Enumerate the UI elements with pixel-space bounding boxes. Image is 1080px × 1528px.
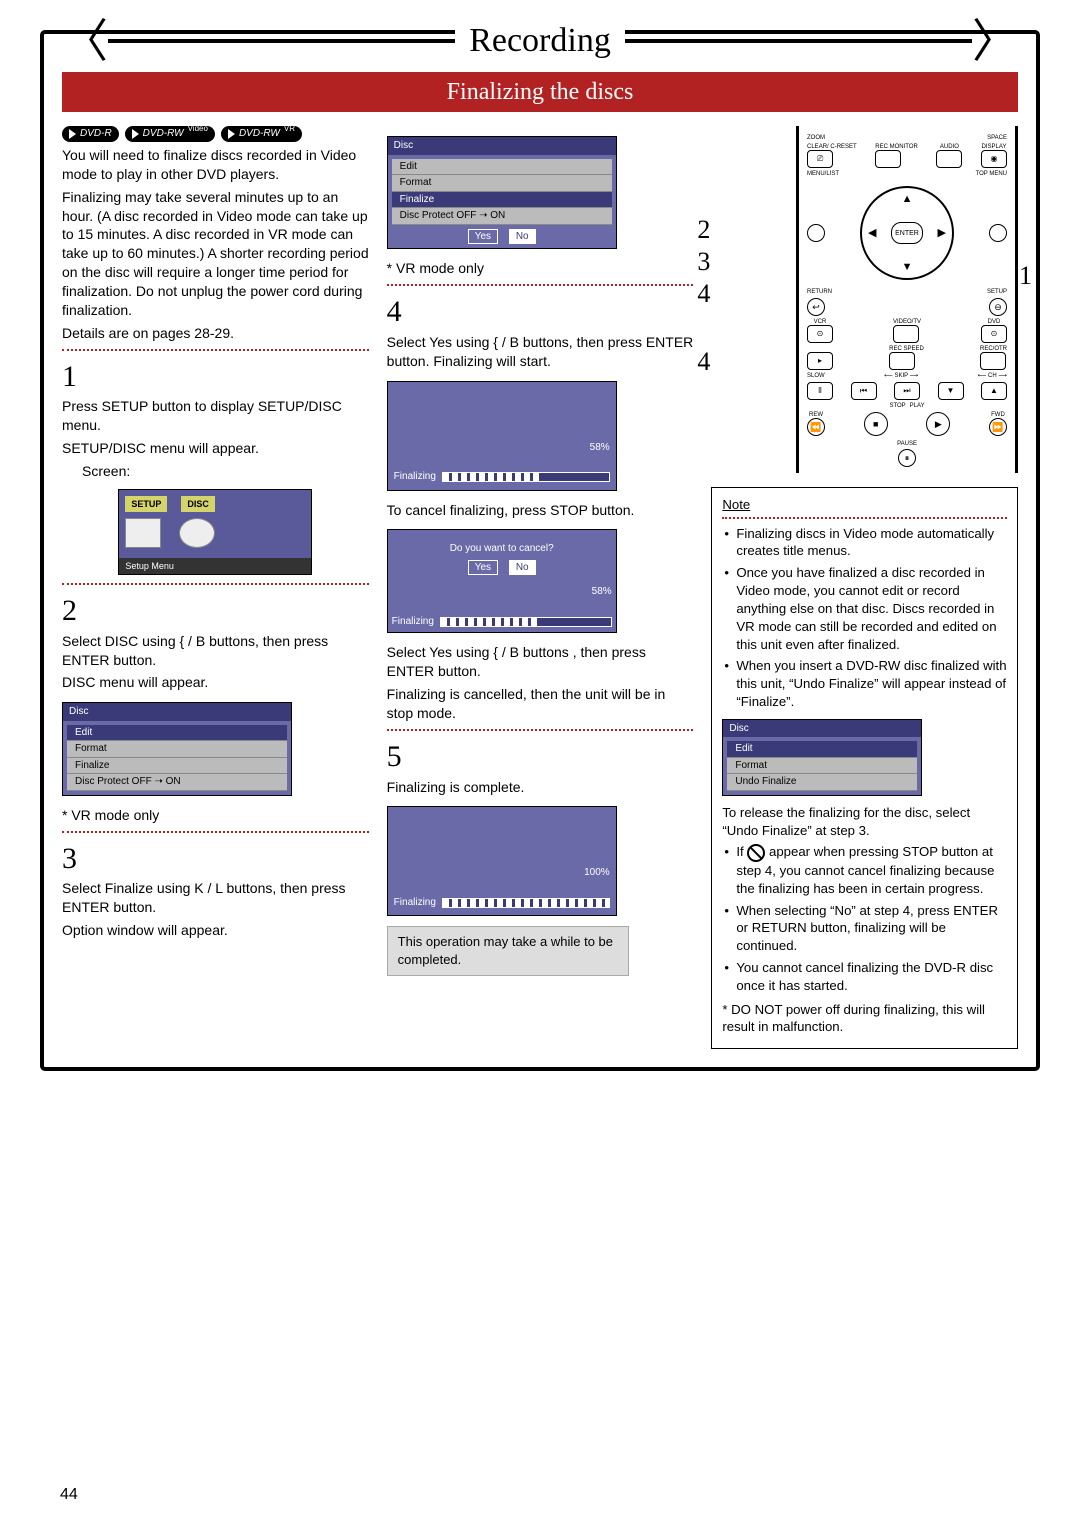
step-4-c: Select Yes using { / B buttons , then pr…	[387, 643, 694, 681]
vcr-button[interactable]: ⊙	[807, 325, 833, 343]
finalizing-progress-osd: 58% Finalizing	[387, 381, 617, 491]
intro-p2: Finalizing may take several minutes up t…	[62, 188, 369, 320]
note-item-3: When you insert a DVD-RW disc finalized …	[736, 657, 1007, 710]
note-item-4: If appear when pressing STOP button at s…	[736, 843, 1007, 897]
video-tv-button[interactable]	[893, 325, 919, 343]
step-4-d: Finalizing is cancelled, then the unit w…	[387, 685, 694, 723]
disc-tab: DISC	[181, 496, 215, 512]
step-2-number: 2	[62, 591, 369, 632]
step-2-a: Select DISC using { / B buttons, then pr…	[62, 632, 369, 670]
rec-otr-button[interactable]	[980, 352, 1006, 370]
setup-button[interactable]: ⊖	[989, 298, 1007, 316]
cancel-no: No	[509, 560, 536, 576]
chapter-title: Recording	[455, 18, 625, 64]
setup-caption: Setup Menu	[119, 558, 311, 574]
fwd-button[interactable]: ⏩	[989, 418, 1007, 436]
note-item-6: You cannot cancel finalizing the DVD-R d…	[736, 959, 1007, 995]
note-item-2: Once you have finalized a disc recorded …	[736, 564, 1007, 653]
step-1-c: Screen:	[82, 462, 369, 481]
ch-up-button[interactable]: ▲	[981, 382, 1007, 400]
note-item-1: Finalizing discs in Video mode automatic…	[736, 525, 1007, 561]
option-no: No	[509, 229, 536, 245]
step-3-number: 3	[62, 839, 369, 880]
cancel-finalizing-osd: Do you want to cancel? Yes No 58% Finali…	[387, 529, 617, 633]
ch-down-button[interactable]: ▼	[938, 382, 964, 400]
page-number: 44	[60, 1484, 78, 1506]
option-yes: Yes	[468, 229, 498, 245]
note-title: Note	[722, 496, 1007, 514]
lead-4a: 4	[697, 276, 710, 311]
note-item-5: When selecting “No” at step 4, press ENT…	[736, 902, 1007, 955]
rec-monitor-button[interactable]	[875, 150, 901, 168]
step-4-a: Select Yes using { / B buttons, then pre…	[387, 333, 694, 371]
section-title: Finalizing the discs	[62, 72, 1018, 112]
prohibit-icon	[747, 844, 765, 862]
vr-footnote-1: * VR mode only	[62, 806, 369, 825]
badge-dvd-rw-video: DVD-RWVideo	[125, 126, 215, 142]
operation-warning: This operation may take a while to be co…	[387, 926, 629, 975]
note-star: * DO NOT power off during finalizing, th…	[722, 1001, 1007, 1037]
note-after: To release the finalizing for the disc, …	[722, 804, 1007, 840]
lead-1: 1	[1019, 258, 1032, 293]
step-1-a: Press SETUP button to display SETUP/DISC…	[62, 397, 369, 435]
slow-button[interactable]: ⦀	[807, 382, 833, 400]
pause-button[interactable]: ⏸	[898, 449, 916, 467]
display-button[interactable]: ◉	[981, 150, 1007, 168]
column-left: DVD-R DVD-RWVideo DVD-RWVR You will need…	[62, 126, 369, 1049]
setup-screen: SETUP DISC Setup Menu	[118, 489, 312, 575]
step-2-b: DISC menu will appear.	[62, 673, 369, 692]
intro-p1: You will need to finalize discs recorded…	[62, 146, 369, 184]
rew-button[interactable]: ⏪	[807, 418, 825, 436]
play-button[interactable]: ▶	[926, 412, 950, 436]
step-1-number: 1	[62, 357, 369, 398]
step-4-b: To cancel finalizing, press STOP button.	[387, 501, 694, 520]
column-middle: Disc Edit Format Finalize Disc Protect O…	[387, 126, 694, 1049]
menu-list-button[interactable]	[807, 224, 825, 242]
dvd-button[interactable]: ⊙	[981, 325, 1007, 343]
step-3-a: Select Finalize using K / L buttons, the…	[62, 879, 369, 917]
step-1-b: SETUP/DISC menu will appear.	[62, 439, 369, 458]
chapter-title-row: 〈 Recording 〉	[62, 16, 1018, 66]
undo-finalize-osd: Disc Edit Format Undo Finalize	[722, 719, 922, 796]
return-button[interactable]: ↩	[807, 298, 825, 316]
top-menu-button[interactable]	[989, 224, 1007, 242]
stop-button[interactable]: ■	[864, 412, 888, 436]
vr-footnote-2: * VR mode only	[387, 259, 694, 278]
rec-speed-button[interactable]	[889, 352, 915, 370]
lead-4b: 4	[697, 344, 710, 379]
remote-control-diagram: ZOOMSPACE CLEAR/ C-RESET⎚ REC MONITOR AU…	[796, 126, 1018, 472]
badge-dvd-r: DVD-R	[62, 126, 119, 142]
column-right: 2 3 4 4 1 ZOOMSPACE CLEAR/ C-RESET⎚ REC …	[711, 126, 1018, 1049]
lead-3: 3	[697, 244, 710, 279]
setup-tab: SETUP	[125, 496, 167, 512]
disc-menu-osd-2: Disc Edit Format Finalize Disc Protect O…	[387, 136, 617, 249]
skip-back-button[interactable]: ⏮	[851, 382, 877, 400]
d-pad[interactable]: ▲ ▼ ◀ ▶ ENTER	[860, 186, 954, 280]
lead-2: 2	[697, 212, 710, 247]
cancel-yes: Yes	[468, 560, 498, 576]
step-4-number: 4	[387, 292, 694, 333]
note-box: Note Finalizing discs in Video mode auto…	[711, 487, 1018, 1049]
disc-type-badges: DVD-R DVD-RWVideo DVD-RWVR	[62, 126, 369, 142]
finalizing-complete-osd: 100% Finalizing	[387, 806, 617, 916]
badge-dvd-rw-vr: DVD-RWVR	[221, 126, 302, 142]
skip-fwd-button[interactable]: ⏭	[894, 382, 920, 400]
step-5-a: Finalizing is complete.	[387, 778, 694, 797]
enter-button[interactable]: ENTER	[891, 222, 923, 244]
play-small-button[interactable]: ▸	[807, 352, 833, 370]
intro-p3: Details are on pages 28-29.	[62, 324, 369, 343]
step-3-b: Option window will appear.	[62, 921, 369, 940]
step-5-number: 5	[387, 737, 694, 778]
disc-menu-osd-1: Disc Edit Format Finalize Disc Protect O…	[62, 702, 292, 796]
clear-button[interactable]: ⎚	[807, 150, 833, 168]
audio-button[interactable]	[936, 150, 962, 168]
